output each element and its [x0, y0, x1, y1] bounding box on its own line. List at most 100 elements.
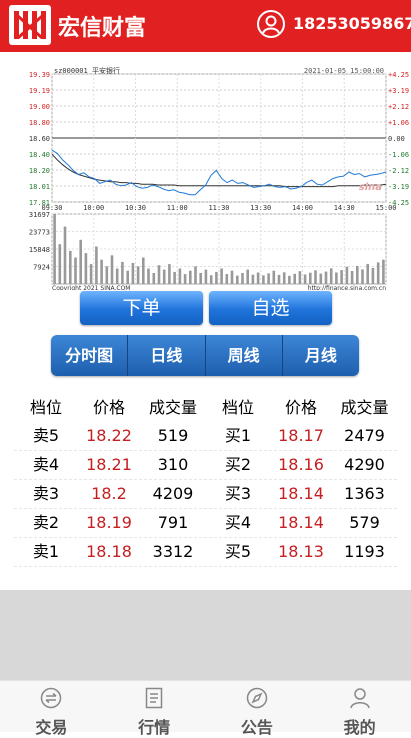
time-tick-label: 10:30	[125, 204, 146, 212]
volume-bar	[58, 244, 62, 284]
nav-notice[interactable]: 公告	[206, 681, 309, 737]
volume-bar	[293, 273, 296, 284]
price-tick-label: 18.60	[29, 135, 50, 143]
volume-bar	[189, 270, 192, 284]
tab-daily[interactable]: 日线	[127, 335, 204, 376]
hx-logo-icon[interactable]	[9, 5, 51, 45]
volume-bar	[345, 266, 349, 284]
nav-notice-label: 公告	[240, 718, 273, 737]
user-circle-icon[interactable]	[256, 9, 286, 39]
change-tick-label: +3.19	[388, 87, 409, 95]
buy-level: 买3	[224, 484, 252, 503]
order-book-row: 卖4 18.21 310 买2 18.16 4290	[14, 451, 397, 480]
buy-price: 18.14	[278, 513, 324, 532]
chart-copyright: Copyright 2021 SINA.COM	[52, 285, 130, 290]
buy-level: 买5	[224, 542, 252, 561]
volume-bar	[131, 263, 135, 284]
volume-bar	[178, 268, 182, 284]
change-tick-label: -1.06	[388, 151, 409, 159]
buy-price: 18.14	[278, 484, 324, 503]
price-tick-label: 19.39	[29, 71, 50, 79]
sell-volume: 791	[157, 513, 189, 532]
volume-tick-label: 15848	[29, 246, 50, 254]
nav-mine[interactable]: 我的	[308, 681, 411, 737]
volume-bar	[236, 275, 239, 284]
change-tick-label: +2.12	[388, 103, 409, 111]
sell-level: 卖4	[32, 455, 60, 474]
sell-level: 卖1	[32, 542, 60, 561]
nav-market-label: 行情	[138, 718, 171, 737]
tab-weekly[interactable]: 周线	[204, 335, 282, 376]
volume-bar	[277, 274, 281, 284]
volume-bar	[324, 271, 328, 284]
order-book-header: 档位 价格 成交量 档位 价格 成交量	[14, 394, 397, 422]
volume-bar	[215, 271, 218, 284]
volume-bar	[267, 273, 270, 284]
order-book-row: 卖3 18.2 4209 买3 18.14 1363	[14, 480, 397, 509]
sell-volume: 519	[157, 426, 189, 445]
volume-bar	[53, 214, 56, 284]
volume-bar	[147, 268, 150, 284]
volume-bar	[361, 269, 364, 284]
sell-price: 18.21	[86, 455, 132, 474]
volume-tick-label: 7924	[33, 264, 50, 272]
sell-price: 18.18	[86, 542, 132, 561]
volume-bar	[115, 268, 119, 284]
time-tick-label: 11:30	[208, 204, 229, 212]
document-list-icon	[145, 687, 163, 709]
volume-bar	[199, 273, 202, 284]
buy-volume: 4290	[344, 455, 385, 474]
volume-bar	[220, 268, 223, 284]
volume-bar	[152, 273, 156, 284]
volume-bar	[262, 275, 265, 284]
sell-volume: 4209	[152, 484, 194, 503]
time-tick-label: 10:00	[83, 204, 104, 212]
change-tick-label: -2.12	[388, 167, 409, 175]
tab-timeshare[interactable]: 分时图	[51, 335, 127, 376]
sell-level: 卖2	[32, 513, 60, 532]
price-tick-label: 18.20	[29, 167, 50, 175]
volume-bar	[371, 267, 375, 284]
buy-price: 18.13	[278, 542, 324, 561]
time-tick-label: 14:30	[334, 204, 355, 212]
buy-price: 18.16	[278, 455, 324, 474]
price-tick-label: 19.19	[29, 87, 50, 95]
header-volume: 成交量	[148, 398, 197, 417]
sell-volume: 310	[157, 455, 189, 474]
time-tick-label: 13:30	[250, 204, 271, 212]
buy-price: 18.17	[278, 426, 324, 445]
volume-bar	[288, 275, 291, 284]
volume-bar	[136, 266, 140, 284]
volume-bar	[298, 271, 302, 284]
buy-level: 买2	[224, 455, 252, 474]
volume-bar	[204, 269, 208, 284]
nav-market[interactable]: 行情	[103, 681, 206, 737]
volume-bar	[382, 259, 385, 284]
volume-bar	[74, 257, 77, 284]
volume-bar	[121, 261, 124, 284]
nav-trade[interactable]: 交易	[0, 681, 103, 737]
order-book-row: 卖5 18.22 519 买1 18.17 2479	[14, 422, 397, 451]
volume-bar	[309, 272, 312, 284]
header-level: 档位	[221, 398, 254, 417]
period-tabs: 分时图 日线 周线 月线	[51, 335, 359, 376]
app-name: 宏信财富	[58, 16, 147, 41]
user-phone[interactable]: 18253059867	[293, 14, 411, 33]
watchlist-button[interactable]: 自选	[209, 291, 332, 325]
intraday-chart-svg: sz000001 平安银行 2021-01-05 15:00:0019.39 +4.2…	[29, 66, 409, 292]
user-icon	[349, 688, 370, 709]
empty-area	[0, 590, 411, 680]
price-tick-label: 18.80	[29, 119, 50, 127]
change-tick-label: +4.25	[388, 71, 409, 79]
tab-monthly[interactable]: 月线	[281, 335, 359, 376]
volume-bar	[63, 226, 67, 284]
order-book-row: 卖1 18.18 3312 买5 18.13 1193	[14, 538, 397, 567]
price-tick-label: 18.01	[29, 183, 50, 191]
time-tick-label: 14:00	[292, 204, 313, 212]
change-tick-label: -3.19	[388, 183, 409, 191]
volume-bar	[350, 271, 354, 284]
order-book: 档位 价格 成交量 档位 价格 成交量 卖5 18.22 519 买1 18.1…	[14, 394, 397, 567]
volume-bar	[376, 262, 380, 284]
order-button[interactable]: 下单	[80, 291, 203, 325]
buy-volume: 1193	[344, 542, 385, 561]
